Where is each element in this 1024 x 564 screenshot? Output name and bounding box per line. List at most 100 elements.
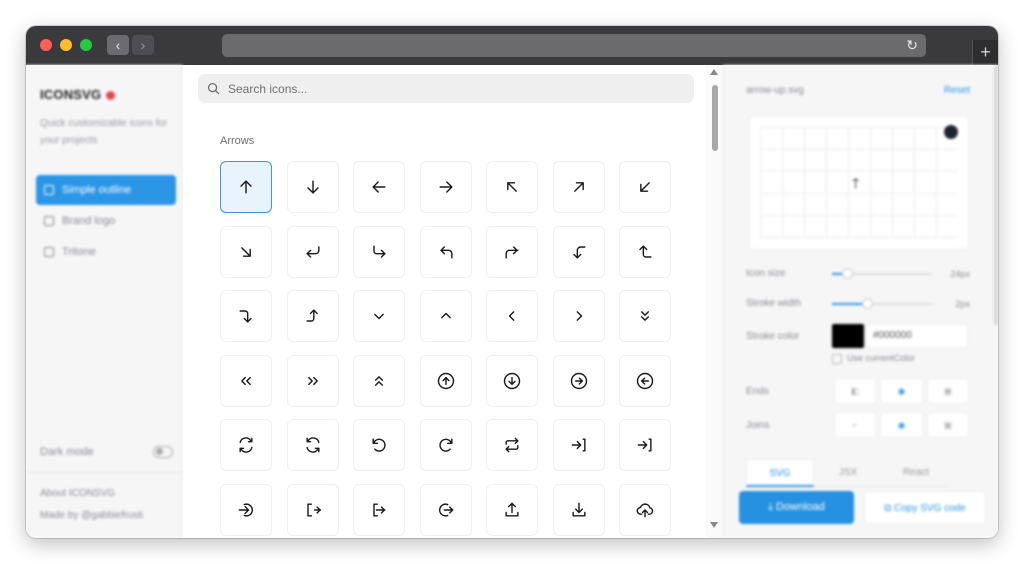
- join-bevel-option[interactable]: ▣: [926, 412, 969, 438]
- return-down-left-icon: [305, 245, 320, 258]
- tab-react[interactable]: React: [882, 459, 950, 487]
- chevron-left-icon: [508, 311, 515, 321]
- icon-cell-corner-up-right[interactable]: [486, 225, 538, 278]
- icon-cell-arrow-down[interactable]: [286, 161, 339, 213]
- export-tabs: SVG JSX React: [746, 459, 996, 487]
- stroke-color-input[interactable]: #000000: [866, 324, 968, 348]
- chevron-right-icon: [576, 311, 582, 321]
- forward-button[interactable]: ›: [132, 35, 154, 55]
- icon-cell-corner-down-right[interactable]: [353, 225, 405, 278]
- icon-cell-arrow-right-to-line[interactable]: [552, 419, 605, 471]
- cloud-upload-icon: [636, 502, 654, 517]
- icon-cell-chevron-down[interactable]: [353, 290, 405, 342]
- reset-button[interactable]: Reset: [944, 85, 970, 96]
- download-button[interactable]: ⤓ Download: [739, 491, 854, 524]
- search-bar[interactable]: [198, 74, 694, 103]
- icon-cell-corner-right-up[interactable]: [286, 290, 339, 342]
- icon-cell-rotate-cw[interactable]: [419, 419, 472, 471]
- icon-cell-arrow-up-circle[interactable]: [419, 354, 472, 407]
- icon-cell-log-in-circle[interactable]: [220, 483, 272, 536]
- icon-cell-corner-up-left[interactable]: [419, 225, 472, 278]
- join-miter-option[interactable]: ⌐: [834, 412, 877, 438]
- icon-cell-rotate-ccw[interactable]: [353, 419, 405, 471]
- stroke-width-label: Stroke width: [746, 298, 802, 309]
- new-tab-button[interactable]: +: [972, 40, 998, 65]
- icon-cell-log-out[interactable]: [286, 483, 339, 536]
- icon-cell-chevron-up[interactable]: [419, 290, 472, 342]
- current-color-checkbox[interactable]: Use currentColor: [832, 353, 915, 364]
- address-bar[interactable]: ↻: [222, 34, 926, 57]
- stroke-color-swatch[interactable]: [832, 324, 864, 348]
- icon-cell-chevrons-right[interactable]: [286, 354, 339, 407]
- icon-cell-corner-left-down[interactable]: [552, 225, 605, 278]
- icon-cell-corner-left-up[interactable]: [619, 225, 671, 278]
- join-round-option[interactable]: ◉: [880, 412, 923, 438]
- sidebar-item-simple-outline[interactable]: Simple outline: [36, 175, 176, 205]
- icon-cell-cloud-upload[interactable]: [619, 483, 671, 536]
- panel-scrollbar[interactable]: [994, 65, 998, 325]
- logo-icon: [44, 216, 54, 226]
- arrow-up-right-icon: [573, 182, 584, 192]
- tab-jsx[interactable]: JSX: [814, 459, 882, 487]
- icon-cell-chevron-right[interactable]: [552, 290, 605, 342]
- main-scrollbar[interactable]: [706, 65, 723, 538]
- icon-cell-arrow-right-to-line[interactable]: [619, 419, 671, 471]
- preview-theme-toggle[interactable]: [944, 125, 958, 139]
- icon-cell-chevrons-left[interactable]: [220, 354, 272, 407]
- icon-cell-return-down-left[interactable]: [286, 225, 339, 278]
- icon-cell-refresh-ccw[interactable]: [220, 419, 272, 471]
- icon-cell-upload[interactable]: [486, 483, 538, 536]
- rotate-cw-icon: [438, 438, 453, 452]
- dark-mode-toggle[interactable]: [153, 446, 173, 458]
- end-square-option[interactable]: ▣: [926, 378, 969, 404]
- stroke-width-slider[interactable]: [832, 298, 932, 309]
- preview-arrow-up-icon: 🡑: [852, 175, 860, 191]
- reload-icon[interactable]: ↻: [906, 36, 918, 55]
- icon-cell-chevrons-down[interactable]: [619, 290, 671, 342]
- scrollbar-thumb[interactable]: [712, 85, 718, 151]
- scroll-up-arrow-icon[interactable]: [710, 69, 718, 75]
- log-in-icon: [373, 502, 386, 517]
- corner-right-down-icon: [239, 310, 252, 323]
- made-by-link[interactable]: Made by @gabbiefrusti: [40, 505, 143, 527]
- icon-cell-arrow-left-circle[interactable]: [619, 354, 671, 407]
- back-button[interactable]: ‹: [107, 35, 129, 55]
- icon-cell-repeat[interactable]: [486, 419, 538, 471]
- tab-svg[interactable]: SVG: [746, 459, 814, 487]
- icon-cell-arrow-up-right[interactable]: [552, 161, 605, 213]
- slider-knob[interactable]: [862, 298, 873, 309]
- arrow-down-circle-icon: [503, 372, 521, 389]
- end-round-option[interactable]: ◉: [880, 378, 923, 404]
- icon-cell-chevrons-up[interactable]: [353, 354, 405, 407]
- icon-cell-refresh-cw[interactable]: [286, 419, 339, 471]
- icon-cell-arrow-right-circle[interactable]: [552, 354, 605, 407]
- corner-down-right-icon: [373, 244, 386, 258]
- icon-cell-arrow-down-left[interactable]: [619, 161, 671, 213]
- icon-cell-download[interactable]: [552, 483, 605, 536]
- icon-cell-arrow-up[interactable]: [220, 161, 272, 213]
- minimize-window-button[interactable]: [60, 39, 72, 51]
- icon-size-slider[interactable]: [832, 268, 932, 279]
- icon-cell-chevron-left[interactable]: [486, 290, 538, 342]
- maximize-window-button[interactable]: [80, 39, 92, 51]
- icon-cell-arrow-left[interactable]: [353, 161, 405, 213]
- sidebar-item-brand-logo[interactable]: Brand logo: [36, 206, 176, 236]
- end-butt-option[interactable]: ◧: [834, 378, 877, 404]
- copy-svg-button[interactable]: ⧉ Copy SVG code: [864, 491, 986, 524]
- icon-cell-log-in[interactable]: [353, 483, 405, 536]
- icon-cell-arrow-down-circle[interactable]: [486, 354, 538, 407]
- chevron-up-icon: [440, 312, 451, 319]
- slider-knob[interactable]: [842, 268, 853, 279]
- brand-logo[interactable]: ICONSVG: [40, 87, 116, 102]
- close-window-button[interactable]: [40, 39, 52, 51]
- icon-cell-arrow-up-left[interactable]: [486, 161, 538, 213]
- icon-cell-arrow-down-right[interactable]: [220, 225, 272, 278]
- icon-cell-corner-right-down[interactable]: [220, 290, 272, 342]
- icon-cell-arrow-right[interactable]: [419, 161, 472, 213]
- scroll-down-arrow-icon[interactable]: [710, 522, 718, 528]
- log-in-circle-icon: [238, 502, 254, 517]
- sidebar-item-tritone[interactable]: Tritone: [36, 237, 176, 267]
- search-input[interactable]: [228, 74, 678, 103]
- about-link[interactable]: About ICONSVG: [40, 483, 143, 505]
- icon-cell-arrow-left-circle-out[interactable]: [419, 483, 472, 536]
